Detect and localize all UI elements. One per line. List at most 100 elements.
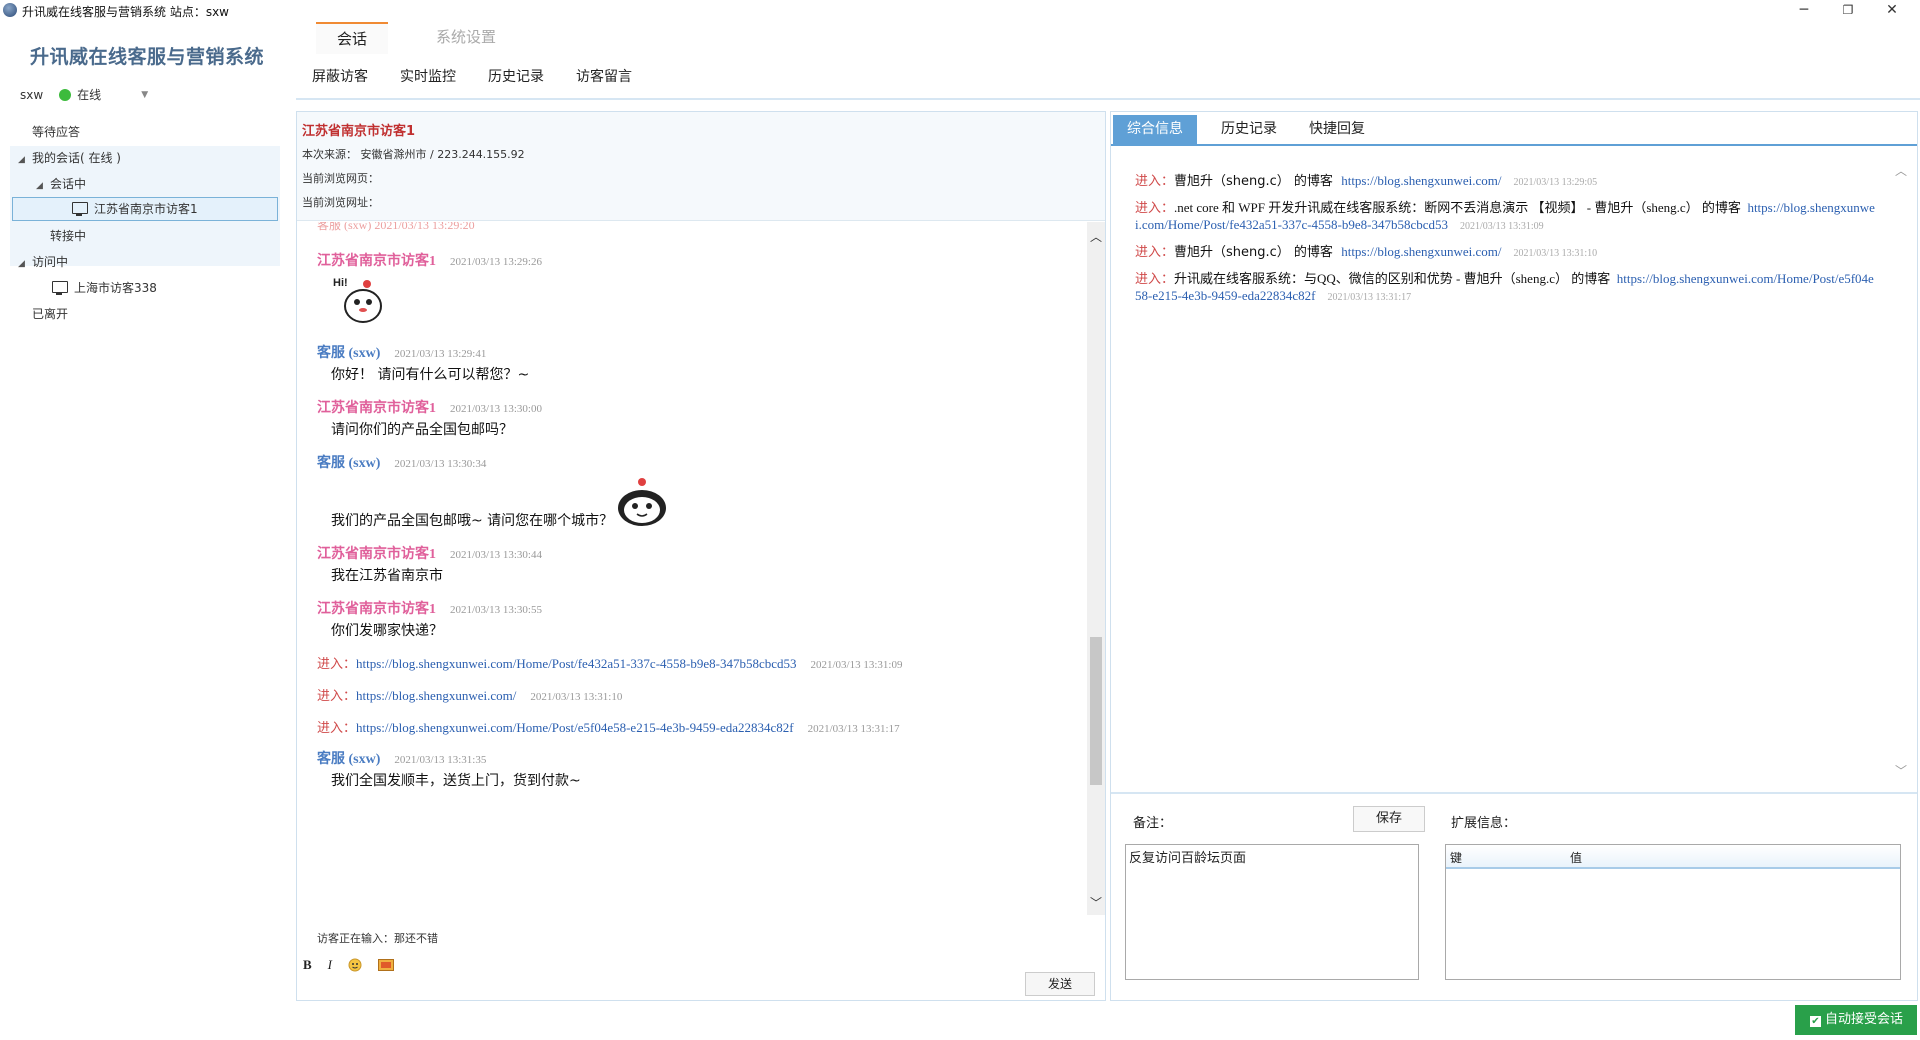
nav-blocked-visitors[interactable]: 屏蔽访客 — [312, 66, 368, 86]
message-header: 客服 (sxw) 2021/03/13 13:29:41 — [317, 342, 486, 362]
visit-time: 2021/03/13 13:31:09 — [1460, 221, 1544, 232]
tree-visitor-nanjing[interactable]: 江苏省南京市访客1 — [72, 197, 198, 221]
extended-info-table[interactable]: 键 值 — [1445, 844, 1901, 980]
message-time: 2021/03/13 13:30:55 — [450, 604, 542, 616]
tree-transferring[interactable]: 转接中 — [50, 224, 86, 248]
expand-arrow-icon[interactable]: ◢ — [18, 252, 28, 276]
tree-visiting[interactable]: ◢ 访问中 — [18, 250, 68, 274]
close-button[interactable]: ✕ — [1870, 0, 1914, 22]
scroll-down-icon[interactable]: ﹀ — [1895, 762, 1907, 779]
page-link[interactable]: https://blog.shengxunwei.com/ — [356, 688, 516, 703]
sender-name: 江苏省南京市访客1 — [317, 602, 436, 617]
tab-history[interactable]: 历史记录 — [1207, 115, 1291, 144]
message-text: 我们的产品全国包邮哦~ 请问您在哪个城市？ — [331, 513, 614, 529]
message-header: 客服 (sxw) 2021/03/13 13:31:35 — [317, 748, 486, 768]
chat-panel: 江苏省南京市访客1 本次来源： 安徽省滁州市 / 223.244.155.92 … — [296, 111, 1106, 1001]
sender-name: 江苏省南京市访客1 — [317, 401, 436, 416]
page-link[interactable]: https://blog.shengxunwei.com/ — [1341, 173, 1501, 188]
chevron-down-icon[interactable]: ▼ — [141, 90, 148, 100]
image-icon[interactable] — [378, 959, 395, 971]
username: sxw — [20, 87, 44, 102]
visit-log-item: 进入：.net core 和 WPF 开发升讯威在线客服系统：断网不丢消息演示 … — [1135, 199, 1875, 235]
italic-button[interactable]: I — [328, 957, 332, 973]
svg-text:Hi!: Hi! — [333, 277, 348, 289]
tree-in-session[interactable]: ◢ 会话中 — [36, 172, 86, 196]
sender-name: 客服 — [317, 456, 345, 471]
visitor-name: 江苏省南京市访客1 — [302, 124, 416, 139]
page-link[interactable]: https://blog.shengxunwei.com/ — [1341, 244, 1501, 259]
checkbox-icon[interactable]: ✔ — [1810, 1016, 1821, 1027]
bold-button[interactable]: B — [303, 957, 312, 973]
message-time: 2021/03/13 13:31:35 — [394, 754, 487, 766]
source-value: 安徽省滁州市 / 223.244.155.92 — [360, 148, 525, 161]
message-text: 你好！ 请问有什么可以帮您？~ — [331, 367, 530, 383]
message-text: 我在江苏省南京市 — [331, 568, 443, 584]
scroll-up-icon[interactable]: ︿ — [1087, 228, 1105, 245]
message-time: 2021/03/13 13:29:41 — [394, 348, 487, 360]
message-header: 客服 (sxw) 2021/03/13 13:30:34 — [317, 452, 486, 472]
expand-arrow-icon[interactable]: ◢ — [18, 148, 28, 172]
tree-left[interactable]: 已离开 — [32, 302, 68, 326]
sticker-image — [618, 478, 666, 526]
note-textarea[interactable]: 反复访问百龄坛页面 — [1125, 844, 1419, 980]
table-header: 键 值 — [1446, 845, 1900, 869]
sender-name: 客服 — [317, 346, 345, 361]
format-toolbar: B I — [303, 957, 395, 973]
partial-message: 客服 (sxw) 2021/03/13 13:29:20 — [317, 222, 475, 232]
message-scrollbar[interactable]: ︿ ﹀ — [1087, 222, 1105, 915]
tree-waiting[interactable]: 等待应答 — [32, 120, 80, 144]
visitor-info: 江苏省南京市访客1 本次来源： 安徽省滁州市 / 223.244.155.92 … — [297, 112, 1105, 221]
title-bar: 升讯威在线客服与营销系统 站点：sxw ─ ❐ ✕ — [0, 0, 1920, 22]
enter-label: 进入： — [317, 688, 357, 703]
visit-time: 2021/03/13 13:31:10 — [1513, 248, 1598, 259]
nav-realtime-monitor[interactable]: 实时监控 — [400, 66, 456, 86]
visit-log: 进入：曹旭升（sheng.c） 的博客 https://blog.shengxu… — [1135, 172, 1875, 314]
page-enter-event: 进入：https://blog.shengxunwei.com/Home/Pos… — [317, 717, 900, 736]
page-link[interactable]: https://blog.shengxunwei.com/Home/Post/f… — [356, 656, 796, 671]
sender-name: 江苏省南京市访客1 — [317, 254, 436, 269]
message-input[interactable] — [303, 980, 1003, 990]
scroll-down-icon[interactable]: ﹀ — [1087, 894, 1105, 911]
source-label: 本次来源： — [302, 148, 357, 161]
window-title: 升讯威在线客服与营销系统 站点：sxw — [22, 5, 229, 19]
event-time: 2021/03/13 13:31:10 — [530, 691, 623, 703]
scroll-up-icon[interactable]: ︿ — [1895, 162, 1907, 179]
enter-label: 进入： — [317, 656, 357, 671]
user-status-row[interactable]: sxw 在线 ▼ — [20, 86, 148, 103]
auto-accept-toggle[interactable]: ✔ 自动接受会话 — [1795, 1005, 1917, 1035]
send-button[interactable]: 发送 — [1025, 972, 1095, 996]
extended-info-label: 扩展信息： — [1451, 816, 1517, 831]
visit-log-item: 进入：曹旭升（sheng.c） 的博客 https://blog.shengxu… — [1135, 243, 1875, 262]
restore-button[interactable]: ❐ — [1826, 0, 1870, 22]
tab-session[interactable]: 会话 — [316, 22, 388, 54]
info-tabs: 综合信息 历史记录 快捷回复 — [1111, 112, 1917, 146]
key-column-header[interactable]: 键 — [1450, 849, 1462, 866]
emoji-icon[interactable] — [348, 958, 362, 972]
visit-time: 2021/03/13 13:29:05 — [1513, 177, 1598, 188]
value-column-header[interactable]: 值 — [1570, 849, 1582, 866]
message-header: 江苏省南京市访客1 2021/03/13 13:30:00 — [317, 397, 542, 417]
tab-overview[interactable]: 综合信息 — [1113, 115, 1197, 144]
tab-settings[interactable]: 系统设置 — [416, 22, 516, 52]
enter-label: 进入： — [1135, 245, 1175, 260]
tab-quick-reply[interactable]: 快捷回复 — [1295, 115, 1379, 144]
event-time: 2021/03/13 13:31:09 — [810, 659, 903, 671]
page-title: .net core 和 WPF 开发升讯威在线客服系统：断网不丢消息演示 【视频… — [1174, 200, 1741, 215]
page-link[interactable]: https://blog.shengxunwei.com/Home/Post/e… — [356, 720, 794, 735]
tree-visitor-shanghai[interactable]: 上海市访客338 — [52, 276, 157, 300]
page-enter-event: 进入：https://blog.shengxunwei.com/2021/03/… — [317, 685, 622, 704]
scroll-thumb[interactable] — [1090, 637, 1102, 785]
minimize-button[interactable]: ─ — [1782, 0, 1826, 22]
agent-id: (sxw) — [348, 752, 381, 767]
expand-arrow-icon[interactable]: ◢ — [36, 174, 46, 198]
save-button[interactable]: 保存 — [1353, 806, 1425, 832]
message-text: 你们发哪家快递？ — [331, 623, 443, 639]
nav-history[interactable]: 历史记录 — [488, 66, 544, 86]
visit-log-item: 进入：曹旭升（sheng.c） 的博客 https://blog.shengxu… — [1135, 172, 1875, 191]
nav-visitor-messages[interactable]: 访客留言 — [576, 66, 632, 86]
sidebar: 升讯威在线客服与营销系统 sxw 在线 ▼ 等待应答 ◢ 我的会话( 在线 ) ◢… — [0, 22, 290, 1040]
current-url-label: 当前浏览网址： — [302, 196, 379, 209]
status-label: 在线 — [77, 88, 102, 102]
tree-my-sessions[interactable]: ◢ 我的会话( 在线 ) — [18, 146, 121, 170]
monitor-icon — [52, 281, 68, 295]
